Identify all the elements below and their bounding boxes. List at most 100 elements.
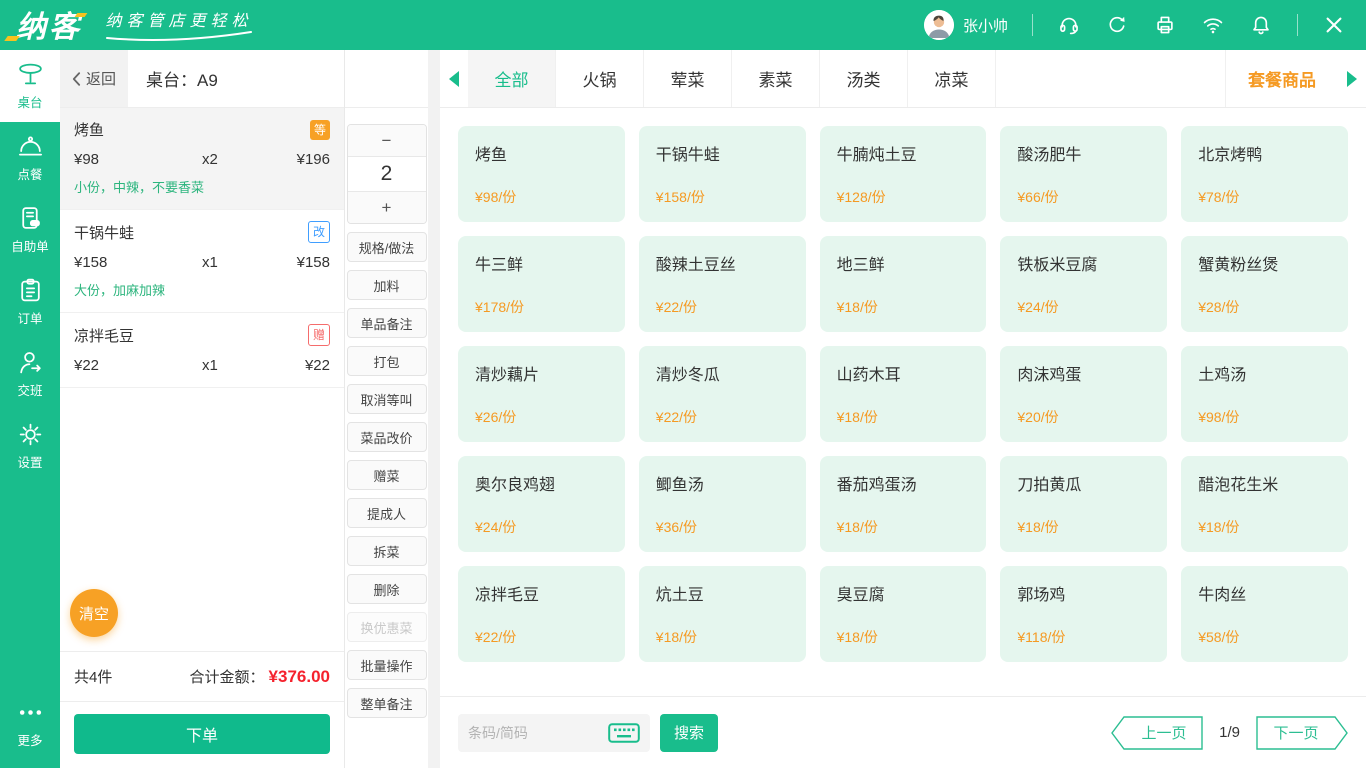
menu-card[interactable]: 肉沫鸡蛋¥20/份 [1000,346,1167,442]
sidebar-item-label: 点餐 [17,164,42,183]
menu-card-name: 炕土豆 [656,581,789,605]
menu-card[interactable]: 牛三鲜¥178/份 [458,236,625,332]
user-menu[interactable]: 张小帅 [924,10,1008,40]
menu-card[interactable]: 奥尔良鸡翅¥24/份 [458,456,625,552]
tab-2[interactable]: 荤菜 [644,50,732,107]
tab-spacer [996,50,1226,107]
menu-card[interactable]: 番茄鸡蛋汤¥18/份 [820,456,987,552]
menu-card-price: ¥20/份 [1017,407,1150,427]
menu-card[interactable]: 蟹黄粉丝煲¥28/份 [1181,236,1348,332]
action-button[interactable]: 整单备注 [347,688,427,718]
action-button[interactable]: 取消等叫 [347,384,427,414]
order-item-2[interactable]: 凉拌毛豆 赠 ¥22 x1 ¥22 [60,313,344,388]
order-panel: 返回 桌台：A9 烤鱼 等 ¥98 x2 ¥196 小份，中辣，不要香菜 干锅牛… [60,50,345,768]
wifi-icon[interactable] [1201,13,1225,37]
sidebar-item-order-food[interactable]: 点餐 [0,122,60,194]
order-item-1[interactable]: 干锅牛蛙 改 ¥158 x1 ¥158 大份，加麻加辣 [60,210,344,313]
tab-4[interactable]: 汤类 [820,50,908,107]
action-button[interactable]: 打包 [347,346,427,376]
menu-card-price: ¥18/份 [837,407,970,427]
sidebar-item-settings[interactable]: 设置 [0,410,60,482]
action-button[interactable]: 赠菜 [347,460,427,490]
menu-card[interactable]: 干锅牛蛙¥158/份 [639,126,806,222]
menu-card[interactable]: 凉拌毛豆¥22/份 [458,566,625,662]
menu-card-name: 刀拍黄瓜 [1017,471,1150,495]
menu-card[interactable]: 清炒藕片¥26/份 [458,346,625,442]
menu-card-name: 酸汤肥牛 [1017,141,1150,165]
menu-card[interactable]: 土鸡汤¥98/份 [1181,346,1348,442]
sidebar-item-tables[interactable]: 桌台 [0,50,60,122]
menu-grid: 烤鱼¥98/份干锅牛蛙¥158/份牛腩炖土豆¥128/份酸汤肥牛¥66/份北京烤… [440,108,1366,696]
action-button: 换优惠菜 [347,612,427,642]
sync-icon[interactable] [1105,13,1129,37]
menu-card[interactable]: 烤鱼¥98/份 [458,126,625,222]
menu-card[interactable]: 清炒冬瓜 ¥22/份 [639,346,806,442]
sidebar-item-shift[interactable]: 交班 [0,338,60,410]
order-item-price: ¥22 [74,357,202,374]
action-button[interactable]: 批量操作 [347,650,427,680]
clear-order-button[interactable]: 清空 [70,589,118,637]
action-button[interactable]: 规格/做法 [347,232,427,262]
order-item-name: 烤鱼 [74,119,104,140]
barcode-search-input[interactable] [468,725,608,741]
menu-card-name: 清炒冬瓜 [656,361,789,385]
menu-card-price: ¥36/份 [656,517,789,537]
menu-card[interactable]: 山药木耳¥18/份 [820,346,987,442]
tab-1[interactable]: 火锅 [556,50,644,107]
tabs-scroll-right-icon[interactable] [1338,50,1366,107]
divider [1032,14,1033,36]
order-item-name: 凉拌毛豆 [74,325,134,346]
sidebar-item-self-order[interactable]: 自助单 [0,194,60,266]
menu-card[interactable]: 郭场鸡¥118/份 [1000,566,1167,662]
printer-icon[interactable] [1153,13,1177,37]
menu-card-price: ¥22/份 [656,407,789,427]
prev-page-button[interactable]: 上一页 [1111,716,1203,750]
qty-minus-button[interactable]: − [348,125,426,156]
action-button[interactable]: 加料 [347,270,427,300]
tab-5[interactable]: 凉菜 [908,50,996,107]
menu-card[interactable]: 炕土豆¥18/份 [639,566,806,662]
menu-card[interactable]: 刀拍黄瓜¥18/份 [1000,456,1167,552]
menu-card[interactable]: 鲫鱼汤 ¥36/份 [639,456,806,552]
menu-card[interactable]: 铁板米豆腐¥24/份 [1000,236,1167,332]
tab-3[interactable]: 素菜 [732,50,820,107]
bell-icon[interactable] [1249,13,1273,37]
menu-card-name: 鲫鱼汤 [656,471,789,495]
support-icon[interactable] [1057,13,1081,37]
search-button[interactable]: 搜索 [660,714,718,752]
sidebar-item-label: 自助单 [11,236,49,255]
sidebar-item-more[interactable]: 更多 [0,688,60,760]
sidebar-item-orders[interactable]: 订单 [0,266,60,338]
menu-card-price: ¥178/份 [475,297,608,317]
back-button[interactable]: 返回 [60,50,128,107]
order-item-0[interactable]: 烤鱼 等 ¥98 x2 ¥196 小份，中辣，不要香菜 [60,108,344,210]
menu-card[interactable]: 北京烤鸭¥78/份 [1181,126,1348,222]
menu-card[interactable]: 地三鲜¥18/份 [820,236,987,332]
keyboard-icon[interactable] [608,723,640,743]
action-button[interactable]: 提成人 [347,498,427,528]
tab-0[interactable]: 全部 [468,50,556,107]
menu-card[interactable]: 醋泡花生米¥18/份 [1181,456,1348,552]
submit-area: 下单 [60,701,344,768]
tabs-scroll-left-icon[interactable] [440,50,468,107]
action-button[interactable]: 菜品改价 [347,422,427,452]
menu-card[interactable]: 臭豆腐¥18/份 [820,566,987,662]
tab-combo-products[interactable]: 套餐商品 [1226,50,1338,107]
action-button[interactable]: 拆菜 [347,536,427,566]
close-icon[interactable] [1322,13,1346,37]
next-page-button[interactable]: 下一页 [1256,716,1348,750]
order-item-qty: x2 [202,151,264,168]
qty-plus-button[interactable]: + [348,192,426,223]
menu-card[interactable]: 酸汤肥牛¥66/份 [1000,126,1167,222]
menu-card[interactable]: 牛腩炖土豆¥128/份 [820,126,987,222]
place-order-button[interactable]: 下单 [74,714,330,754]
action-button[interactable]: 删除 [347,574,427,604]
menu-footer-bar: 搜索 上一页 1/9 下一页 [440,696,1366,768]
menu-card-name: 酸辣土豆丝 [656,251,789,275]
action-button[interactable]: 单品备注 [347,308,427,338]
menu-card-price: ¥118/份 [1017,627,1150,647]
menu-card[interactable]: 酸辣土豆丝¥22/份 [639,236,806,332]
menu-card[interactable]: 牛肉丝¥58/份 [1181,566,1348,662]
sidebar-item-label: 桌台 [17,92,42,111]
shift-icon [17,349,44,376]
